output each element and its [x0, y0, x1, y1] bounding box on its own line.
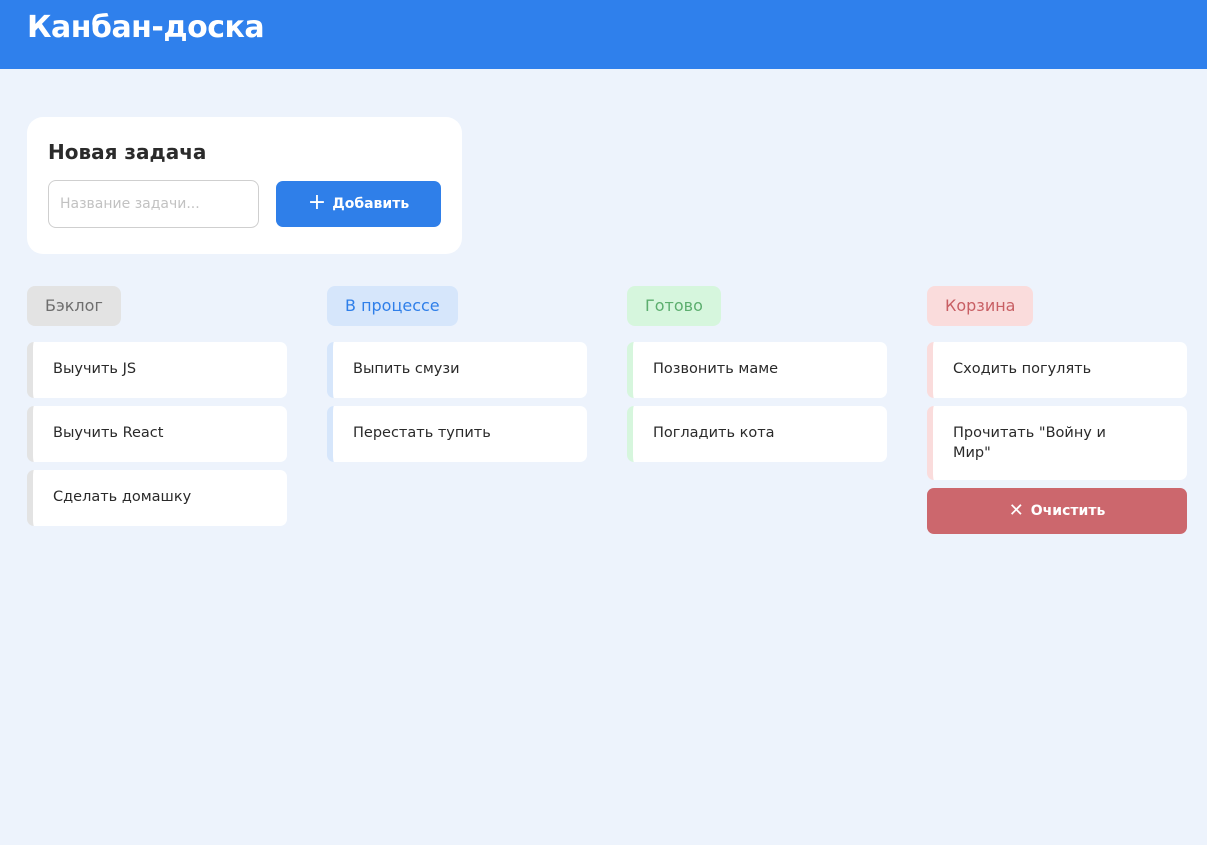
- column-done: Готово Позвонить маме Погладить кота: [627, 286, 887, 470]
- task-card[interactable]: Перестать тупить: [327, 406, 587, 462]
- column-title-done: Готово: [627, 286, 721, 326]
- plus-icon: +: [307, 190, 327, 215]
- clear-trash-button[interactable]: ✕ Очистить: [927, 488, 1187, 534]
- task-card[interactable]: Прочитать "Войну и Мир": [927, 406, 1187, 480]
- add-task-button[interactable]: + Добавить: [276, 181, 441, 227]
- new-task-heading: Новая задача: [48, 140, 207, 164]
- task-card[interactable]: Погладить кота: [627, 406, 887, 462]
- close-icon: ✕: [1008, 500, 1024, 521]
- page-title: Канбан-доска: [27, 10, 265, 45]
- column-title-trash: Корзина: [927, 286, 1034, 326]
- new-task-panel: Новая задача + Добавить: [27, 117, 462, 254]
- task-name-input[interactable]: [48, 180, 259, 228]
- column-backlog: Бэклог Выучить JS Выучить React Сделать …: [27, 286, 287, 534]
- task-card[interactable]: Выучить JS: [27, 342, 287, 398]
- column-title-backlog: Бэклог: [27, 286, 121, 326]
- column-in-progress: В процессе Выпить смузи Перестать тупить: [327, 286, 587, 470]
- column-title-in-progress: В процессе: [327, 286, 458, 326]
- task-card[interactable]: Выучить React: [27, 406, 287, 462]
- clear-trash-label: Очистить: [1030, 503, 1106, 519]
- task-card[interactable]: Сделать домашку: [27, 470, 287, 526]
- add-task-label: Добавить: [332, 196, 410, 212]
- task-card[interactable]: Позвонить маме: [627, 342, 887, 398]
- task-card[interactable]: Сходить погулять: [927, 342, 1187, 398]
- task-card[interactable]: Выпить смузи: [327, 342, 587, 398]
- app-header: Канбан-доска: [0, 0, 1207, 69]
- column-trash: Корзина Сходить погулять Прочитать "Войн…: [927, 286, 1187, 534]
- new-task-form: + Добавить: [48, 180, 441, 228]
